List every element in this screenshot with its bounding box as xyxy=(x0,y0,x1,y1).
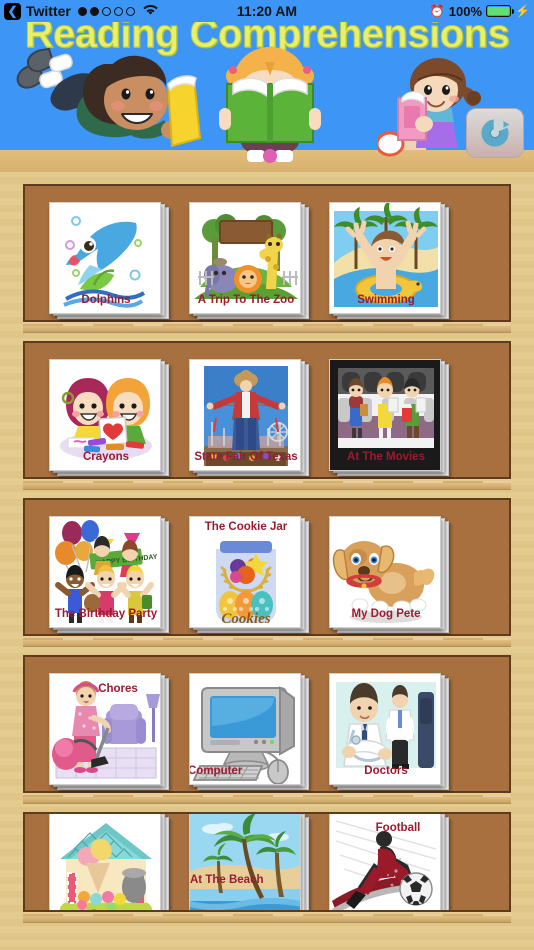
refresh-icon xyxy=(481,119,510,147)
book-card[interactable]: Crayons xyxy=(49,359,169,479)
book-page-front: A Trip To The Zoo xyxy=(189,202,301,314)
dog-illustration xyxy=(330,517,440,627)
movies-illustration xyxy=(330,360,440,470)
shelf-panel: Chores Computer Doctors xyxy=(23,655,511,793)
book-page-front: Dolphins xyxy=(49,202,161,314)
shelf-panel: Dolphins A Trip To The Zoo Swimming xyxy=(23,184,511,322)
app-banner: Reading Comprehensions xyxy=(0,0,534,172)
book-page-front: My Dog Pete xyxy=(329,516,441,628)
book-card[interactable]: At The Movies xyxy=(329,359,449,479)
shelf-ledge xyxy=(23,793,511,804)
book-page-front: Doctors xyxy=(329,673,441,785)
book-page-front: Swimming xyxy=(329,202,441,314)
bookshelf-rows: Dolphins A Trip To The Zoo Swimming Cray… xyxy=(23,184,511,923)
shelf-panel: Crayons State Fair Of Texas At The Movie… xyxy=(23,341,511,479)
doctors-illustration xyxy=(330,674,440,784)
book-page-front xyxy=(49,814,161,910)
shelf-ledge xyxy=(23,912,511,923)
shelf-ledge xyxy=(23,479,511,490)
book-page-front: Crayons xyxy=(49,359,161,471)
shelf-ledge xyxy=(23,636,511,647)
shelf-row: At The Beach Football xyxy=(23,812,511,923)
bookshelf-frame: Dolphins A Trip To The Zoo Swimming Cray… xyxy=(0,170,534,950)
book-card[interactable]: At The Beach xyxy=(189,814,309,910)
book-card[interactable]: HAPPY BIRTHDAY The Birthday Party xyxy=(49,516,169,636)
book-card[interactable]: Doctors xyxy=(329,673,449,793)
book-page-front: At The Beach xyxy=(189,814,301,910)
shelf-panel: HAPPY BIRTHDAY The Birthday Party xyxy=(23,498,511,636)
book-page-front: Computer xyxy=(189,673,301,785)
battery-icon xyxy=(486,5,515,17)
chevron-left-icon[interactable]: ❮ xyxy=(4,2,21,20)
birthday-illustration: HAPPY BIRTHDAY xyxy=(50,517,160,627)
battery-percent-label: 100% xyxy=(448,3,483,19)
computer-illustration xyxy=(190,674,300,784)
shelf-ledge xyxy=(23,322,511,333)
lightning-bolt-icon: ⚡ xyxy=(515,4,530,18)
girl-reading-green-book-illustration xyxy=(205,46,335,170)
book-page-front: HAPPY BIRTHDAY The Birthday Party xyxy=(49,516,161,628)
book-page-front: Chores xyxy=(49,673,161,785)
crayons-illustration xyxy=(50,360,160,470)
chores-illustration xyxy=(50,674,160,784)
book-card[interactable]: Chores xyxy=(49,673,169,793)
cookiejar-illustration: Cookies xyxy=(190,517,300,627)
book-card[interactable]: Dolphins xyxy=(49,202,169,322)
zoo-illustration xyxy=(190,203,300,313)
book-card[interactable]: My Dog Pete xyxy=(329,516,449,636)
book-card[interactable]: A Trip To The Zoo xyxy=(189,202,309,322)
book-card[interactable]: Computer xyxy=(189,673,309,793)
shelf-row: Dolphins A Trip To The Zoo Swimming xyxy=(23,184,511,333)
svg-text:Cookies: Cookies xyxy=(221,611,270,627)
dolphin-illustration xyxy=(50,203,160,313)
shelf-row: Chores Computer Doctors xyxy=(23,655,511,804)
back-app-label[interactable]: Twitter xyxy=(26,3,71,19)
football-illustration xyxy=(330,814,440,910)
status-bar-left: ❮ Twitter xyxy=(0,2,158,20)
book-card[interactable]: Football xyxy=(329,814,449,910)
book-card[interactable]: Swimming xyxy=(329,202,449,322)
shelf-row: HAPPY BIRTHDAY The Birthday Party xyxy=(23,498,511,647)
wifi-icon xyxy=(143,4,158,18)
swimming-illustration xyxy=(330,203,440,313)
signal-strength-dots xyxy=(77,6,135,16)
book-card[interactable]: Cookies The Cookie Jar xyxy=(189,516,309,636)
alarm-clock-icon: ⏰ xyxy=(429,4,445,18)
book-page-front: At The Movies xyxy=(329,359,441,471)
shelf-panel: At The Beach Football xyxy=(23,812,511,912)
status-bar: ❮ Twitter 11:20 AM ⏰ 100% ⚡ xyxy=(0,0,534,22)
book-card[interactable]: State Fair Of Texas xyxy=(189,359,309,479)
statefair-illustration xyxy=(190,360,300,470)
boy-reading-yellow-book-illustration xyxy=(8,44,208,166)
icecream-illustration xyxy=(50,814,160,910)
refresh-button[interactable] xyxy=(466,108,524,158)
book-page-front: Football xyxy=(329,814,441,910)
shelf-row: Crayons State Fair Of Texas At The Movie… xyxy=(23,341,511,490)
beach-illustration xyxy=(190,814,300,910)
book-page-front: Cookies The Cookie Jar xyxy=(189,516,301,628)
status-bar-right: ⏰ 100% ⚡ xyxy=(430,4,534,19)
book-card[interactable] xyxy=(49,814,169,910)
book-page-front: State Fair Of Texas xyxy=(189,359,301,471)
